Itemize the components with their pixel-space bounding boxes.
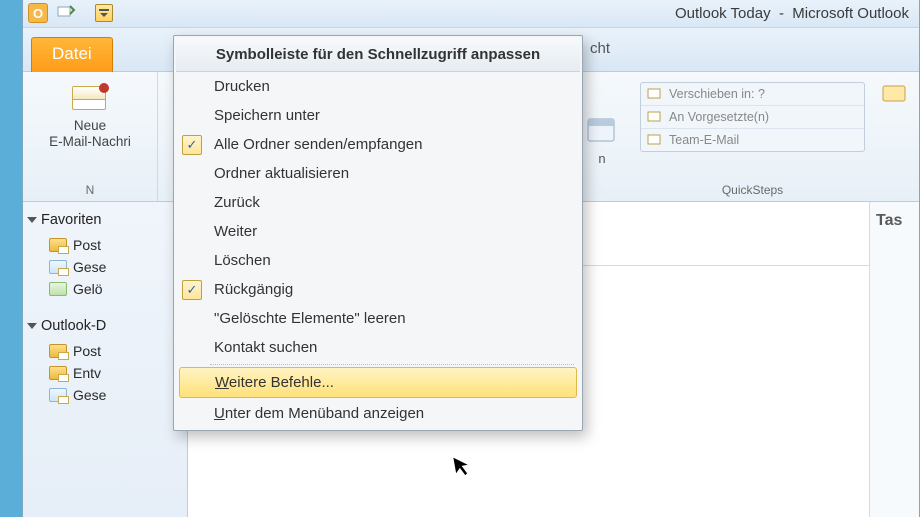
nav-section-favorites[interactable]: Favoriten — [23, 206, 187, 234]
nav-folder[interactable]: Gese — [23, 256, 187, 278]
outlook-icon: O — [28, 3, 48, 23]
calendar-icon[interactable] — [584, 113, 620, 149]
task-heading-fragment: Tas — [876, 212, 902, 229]
menu-item-show-below-ribbon[interactable]: Unter dem Menüband anzeigen — [176, 399, 580, 428]
nav-section-datafile[interactable]: Outlook-D — [23, 312, 187, 340]
move-to-icon — [647, 87, 663, 101]
ribbon-fragment-far-right — [875, 72, 915, 201]
trash-icon — [49, 282, 67, 296]
folder-icon — [49, 344, 67, 358]
new-email-button[interactable]: Neue E-Mail-Nachri — [49, 78, 131, 150]
folder-icon — [49, 366, 67, 380]
mail-icon — [72, 86, 106, 110]
ribbon-fragment-right: cht n — [578, 72, 626, 201]
menu-item-update-folder[interactable]: Ordner aktualisieren — [176, 159, 580, 188]
check-icon: ✓ — [182, 280, 202, 300]
qat-send-receive-icon[interactable] — [55, 2, 77, 24]
quicksteps-gallery[interactable]: Verschieben in: ? An Vorgesetzte(n) Team… — [640, 82, 865, 152]
menu-item-delete[interactable]: Löschen — [176, 246, 580, 275]
menu-item-undo[interactable]: ✓Rückgängig — [176, 275, 580, 304]
nav-folder[interactable]: Gese — [23, 384, 187, 406]
folder-icon — [49, 260, 67, 274]
ribbon-group-label-quicksteps: QuickSteps — [722, 181, 783, 199]
folder-icon — [49, 238, 67, 252]
window-title: Outlook Today - Microsoft Outlook — [675, 5, 909, 22]
ribbon-group-label-new: N — [86, 181, 95, 199]
folder-icon — [49, 388, 67, 402]
menu-item-empty-deleted[interactable]: "Gelöschte Elemente" leeren — [176, 304, 580, 333]
app-icon[interactable]: O — [27, 2, 49, 24]
menu-separator — [210, 364, 574, 365]
tab-fragment: cht — [590, 40, 610, 57]
menu-item-print[interactable]: Drucken — [176, 72, 580, 101]
qat-customize-menu: Symbolleiste für den Schnellzugriff anpa… — [173, 35, 583, 431]
quickstep-item[interactable]: Verschieben in: ? — [641, 83, 864, 106]
nav-folder[interactable]: Gelö — [23, 278, 187, 300]
quickstep-item[interactable]: Team-E-Mail — [641, 129, 864, 151]
menu-header: Symbolleiste für den Schnellzugriff anpa… — [176, 38, 580, 72]
quick-access-toolbar: O — [27, 2, 113, 24]
folder-icon[interactable] — [880, 78, 910, 108]
quickstep-item[interactable]: An Vorgesetzte(n) — [641, 106, 864, 129]
menu-item-save-as[interactable]: Speichern unter — [176, 101, 580, 130]
menu-item-send-receive-all[interactable]: ✓Alle Ordner senden/empfangen — [176, 130, 580, 159]
menu-item-back[interactable]: Zurück — [176, 188, 580, 217]
file-tab[interactable]: Datei — [31, 37, 113, 72]
nav-folder[interactable]: Post — [23, 234, 187, 256]
task-column: Tas — [869, 202, 919, 517]
app-window: O Outlook Today - Microsoft Outlook Date… — [22, 0, 920, 517]
menu-item-find-contact[interactable]: Kontakt suchen — [176, 333, 580, 362]
team-email-icon — [647, 133, 663, 147]
menu-item-forward[interactable]: Weiter — [176, 217, 580, 246]
ribbon-group-new: Neue E-Mail-Nachri N — [23, 72, 158, 201]
menu-item-more-commands[interactable]: Weitere Befehle... — [179, 367, 577, 398]
forward-icon — [647, 110, 663, 124]
nav-folder[interactable]: Post — [23, 340, 187, 362]
navigation-pane: Favoriten Post Gese Gelö Outlook-D Post … — [23, 202, 188, 517]
nav-folder[interactable]: Entv — [23, 362, 187, 384]
ribbon-group-quicksteps: Verschieben in: ? An Vorgesetzte(n) Team… — [630, 72, 875, 201]
qat-customize-dropdown[interactable] — [95, 4, 113, 22]
title-bar: O Outlook Today - Microsoft Outlook — [23, 0, 919, 28]
check-icon: ✓ — [182, 135, 202, 155]
